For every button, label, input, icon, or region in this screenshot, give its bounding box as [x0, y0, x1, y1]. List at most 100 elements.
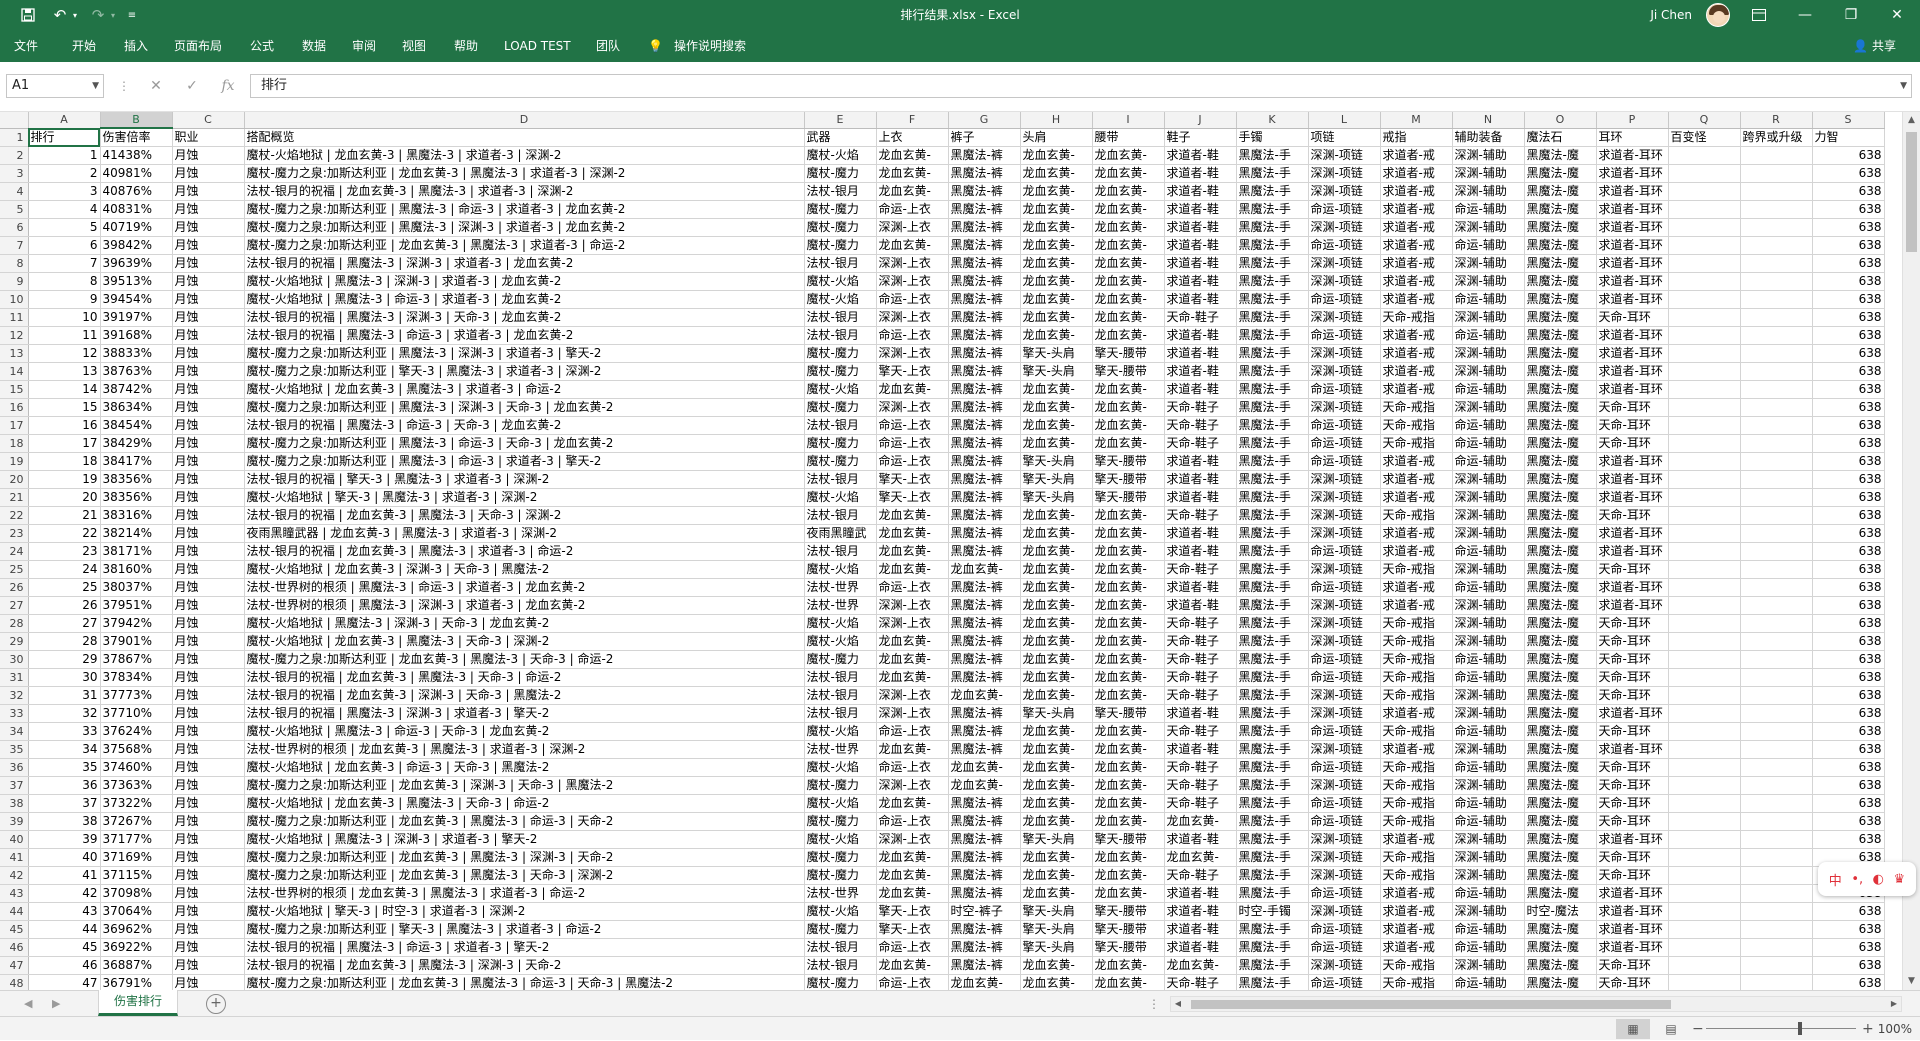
cell[interactable]: 擎天-上衣 [876, 902, 949, 921]
cell[interactable]: 25 [28, 578, 101, 597]
cell[interactable]: 魔杖-魔力之泉:加斯达利亚 | 黑魔法-3 | 深渊-3 | 求道者-3 | 擎… [244, 344, 805, 363]
cell[interactable]: 9 [28, 290, 101, 309]
cell[interactable] [1740, 560, 1813, 579]
cell[interactable]: 黑魔法-魔 [1524, 632, 1597, 651]
cell[interactable]: 黑魔法-手 [1236, 686, 1309, 705]
cell[interactable]: 39 [28, 830, 101, 849]
cell[interactable]: 深渊-辅助 [1452, 218, 1525, 237]
cell[interactable]: 黑魔法-魔 [1524, 920, 1597, 939]
cell[interactable]: 魔杖-魔力 [804, 434, 877, 453]
cell[interactable]: 法杖-世界 [804, 578, 877, 597]
zoom-level[interactable]: 100% [1878, 1017, 1912, 1041]
cell[interactable]: 黑魔法-手 [1236, 398, 1309, 417]
cell[interactable]: 龙血玄黄- [876, 668, 949, 687]
cell[interactable]: 魔杖-魔力 [804, 920, 877, 939]
cell[interactable]: 法杖-世界树的根须 | 龙血玄黄-3 | 黑魔法-3 | 求道者-3 | 深渊-… [244, 740, 805, 759]
cell[interactable]: 深渊-辅助 [1452, 254, 1525, 273]
add-sheet-icon[interactable]: + [206, 994, 226, 1014]
cell[interactable]: 求道者-鞋 [1164, 884, 1237, 903]
menu-page-layout[interactable]: 页面布局 [174, 30, 222, 62]
cell[interactable]: 深渊-辅助 [1452, 902, 1525, 921]
cell[interactable]: 深渊-项链 [1308, 704, 1381, 723]
cell[interactable]: 月蚀 [172, 776, 245, 795]
cell[interactable]: 黑魔法-裤 [948, 848, 1021, 867]
cell[interactable]: 龙血玄黄- [876, 884, 949, 903]
ime-punctuation-icon[interactable]: •, [1851, 872, 1863, 887]
cell[interactable]: 法杖-银月 [804, 326, 877, 345]
header-cell[interactable]: 裤子 [948, 128, 1021, 147]
cell[interactable]: 龙血玄黄- [1020, 182, 1093, 201]
cell[interactable]: 命运-项链 [1308, 452, 1381, 471]
cell[interactable]: 38634% [100, 398, 173, 417]
cell[interactable] [1668, 164, 1741, 183]
cell[interactable]: 黑魔法-手 [1236, 560, 1309, 579]
cell[interactable]: 魔杖-魔力 [804, 776, 877, 795]
row-header[interactable]: 31 [0, 668, 29, 687]
column-header[interactable]: K [1236, 112, 1309, 129]
cell[interactable]: 魔杖-火焰 [804, 272, 877, 291]
cell[interactable]: 深渊-项链 [1308, 740, 1381, 759]
cell[interactable] [1740, 272, 1813, 291]
zoom-in-icon[interactable]: + [1862, 1019, 1874, 1039]
cell[interactable] [1740, 902, 1813, 921]
cell[interactable]: 求道者-戒 [1380, 380, 1453, 399]
cell[interactable] [1740, 434, 1813, 453]
cell[interactable] [1668, 938, 1741, 957]
cell[interactable]: 求道者-耳环 [1596, 326, 1669, 345]
cell[interactable]: 37363% [100, 776, 173, 795]
sheet-tab-damage-ranking[interactable]: 伤害排行 [98, 990, 178, 1016]
cell[interactable]: 638 [1812, 740, 1885, 759]
cell[interactable]: 月蚀 [172, 560, 245, 579]
cell[interactable]: 深渊-辅助 [1452, 308, 1525, 327]
cell[interactable]: 黑魔法-魔 [1524, 596, 1597, 615]
column-header[interactable]: H [1020, 112, 1093, 129]
cell[interactable]: 命运-上衣 [876, 434, 949, 453]
cell[interactable]: 命运-上衣 [876, 416, 949, 435]
cell[interactable]: 深渊-辅助 [1452, 686, 1525, 705]
cell[interactable]: 638 [1812, 218, 1885, 237]
vertical-scroll-thumb[interactable] [1906, 132, 1917, 252]
cell[interactable]: 638 [1812, 830, 1885, 849]
cell[interactable]: 法杖-世界树的根须 | 黑魔法-3 | 命运-3 | 求道者-3 | 龙血玄黄-… [244, 578, 805, 597]
cell[interactable]: 黑魔法-手 [1236, 380, 1309, 399]
cell[interactable]: 法杖-世界 [804, 596, 877, 615]
cell[interactable]: 求道者-鞋 [1164, 146, 1237, 165]
cell[interactable]: 龙血玄黄- [1020, 236, 1093, 255]
cell[interactable]: 魔杖-火焰地狱 | 黑魔法-3 | 深渊-3 | 求道者-3 | 擎天-2 [244, 830, 805, 849]
cell[interactable]: 黑魔法-魔 [1524, 974, 1597, 990]
vertical-scrollbar[interactable]: ▲ ▼ [1902, 112, 1920, 990]
cell[interactable]: 法杖-银月 [804, 686, 877, 705]
cell[interactable]: 638 [1812, 326, 1885, 345]
cell[interactable]: 求道者-鞋 [1164, 344, 1237, 363]
cell[interactable]: 黑魔法-魔 [1524, 938, 1597, 957]
cell[interactable]: 40876% [100, 182, 173, 201]
cell[interactable]: 擎天-头肩 [1020, 704, 1093, 723]
cell[interactable]: 法杖-银月的祝福 | 龙血玄黄-3 | 黑魔法-3 | 天命-3 | 命运-2 [244, 668, 805, 687]
cell[interactable] [1668, 146, 1741, 165]
cell[interactable]: 龙血玄黄- [948, 686, 1021, 705]
cell[interactable]: 深渊-上衣 [876, 344, 949, 363]
cell[interactable]: 39168% [100, 326, 173, 345]
cell[interactable]: 黑魔法-裤 [948, 344, 1021, 363]
cell[interactable]: 黑魔法-魔 [1524, 218, 1597, 237]
cell[interactable] [1668, 218, 1741, 237]
cell[interactable]: 求道者-耳环 [1596, 830, 1669, 849]
cell[interactable]: 深渊-项链 [1308, 686, 1381, 705]
cell[interactable]: 龙血玄黄- [1020, 218, 1093, 237]
cell[interactable] [1668, 470, 1741, 489]
cell[interactable]: 黑魔法-魔 [1524, 668, 1597, 687]
cell[interactable]: 月蚀 [172, 398, 245, 417]
cell[interactable]: 龙血玄黄- [1020, 812, 1093, 831]
cell[interactable] [1668, 758, 1741, 777]
cell[interactable]: 42 [28, 884, 101, 903]
cell[interactable]: 龙血玄黄- [1020, 650, 1093, 669]
cell[interactable]: 20 [28, 488, 101, 507]
cell[interactable]: 月蚀 [172, 488, 245, 507]
cell[interactable]: 638 [1812, 956, 1885, 975]
cell[interactable]: 月蚀 [172, 848, 245, 867]
cell[interactable]: 求道者-鞋 [1164, 524, 1237, 543]
cell[interactable]: 638 [1812, 488, 1885, 507]
cell[interactable]: 黑魔法-裤 [948, 200, 1021, 219]
cell[interactable]: 黑魔法-魔 [1524, 722, 1597, 741]
cell[interactable]: 龙血玄黄- [1020, 380, 1093, 399]
